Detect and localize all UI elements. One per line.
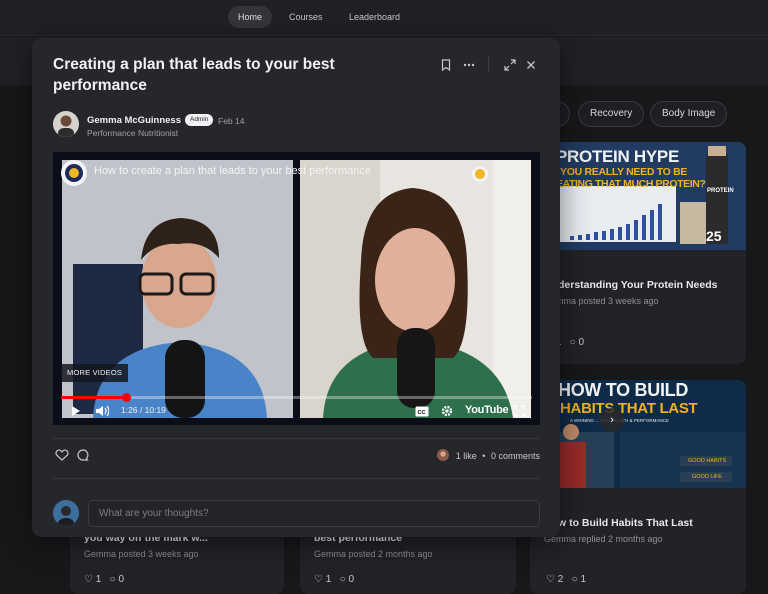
reactions-bottom-divider [53, 478, 540, 479]
bottom-mid-card-meta: Gemma posted 2 months ago [314, 549, 433, 559]
video-time: 1:26 / 10:19 [121, 405, 166, 415]
protein-card-meta: Gemma posted 3 weeks ago [544, 296, 659, 306]
liker-avatar[interactable] [437, 449, 450, 461]
like-heart-icon[interactable] [55, 449, 69, 461]
reaction-separator: • [482, 451, 486, 461]
youtube-logo[interactable]: YouTube [465, 404, 509, 416]
protein-thumb-line3: EATING THAT MUCH PROTEIN? [556, 178, 706, 190]
bottom-mid-comment-count: 0 [348, 574, 355, 585]
chevron-right-icon[interactable]: › [600, 408, 624, 432]
reactions-summary: 1 like • 0 comments [437, 449, 540, 461]
captions-icon[interactable]: CC [415, 406, 429, 417]
protein-comment-count: 0 [578, 337, 585, 348]
video-progress-fill [61, 396, 127, 399]
filter-chip-body-image[interactable]: Body Image [650, 101, 728, 127]
header-divider [488, 56, 489, 72]
habits-card-meta: Gemma replied 2 months ago [544, 534, 663, 544]
comment-icon[interactable]: ○ [570, 337, 576, 348]
habits-thumb-sign1: GOOD HABITS [688, 458, 727, 464]
post-title: Creating a plan that leads to your best … [53, 56, 335, 94]
protein-thumb-number: 25 [706, 228, 722, 244]
reactions-top-divider [53, 438, 540, 439]
svg-text:CC: CC [418, 410, 426, 416]
protein-thumb-line2: YOU REALLY NEED TO BE [560, 166, 688, 178]
more-videos-button[interactable]: MORE VIDEOS [61, 364, 129, 382]
more-options-icon[interactable] [461, 57, 477, 73]
habits-thumb-line2: HABITS THAT LAST [560, 400, 698, 417]
volume-icon[interactable] [95, 405, 109, 417]
protein-card-title[interactable]: Understanding Your Protein Needs [544, 279, 717, 291]
habits-thumb-headline: HOW TO BUILD [558, 380, 689, 400]
fullscreen-icon[interactable] [513, 405, 525, 417]
author-avatar[interactable] [53, 111, 79, 137]
video-title[interactable]: How to create a plan that leads to your … [94, 165, 371, 177]
current-user-avatar[interactable] [53, 500, 79, 526]
comment-icon[interactable]: ○ [110, 574, 116, 585]
post-card-protein[interactable]: PROTEIN HYPE YOU REALLY NEED TO BE EATIN… [530, 142, 746, 364]
tab-leaderboard[interactable]: Leaderboard [339, 6, 410, 28]
play-icon[interactable] [71, 405, 81, 417]
habits-card-title[interactable]: How to Build Habits That Last [544, 517, 693, 529]
video-progress-bar[interactable] [61, 393, 532, 402]
heart-icon[interactable]: ♡ [84, 574, 93, 585]
post-date: Feb 14 [218, 116, 245, 126]
channel-avatar-icon[interactable] [472, 166, 488, 182]
comment-icon[interactable]: ○ [340, 574, 346, 585]
comment-icon[interactable]: ○ [572, 574, 578, 585]
bottom-mid-card-stats: ♡ 1 ○ 0 [314, 574, 354, 585]
comment-input[interactable] [88, 500, 540, 527]
top-navigation: Home Courses Leaderboard [0, 0, 768, 36]
expand-icon[interactable] [502, 57, 518, 73]
protein-thumbnail: PROTEIN HYPE YOU REALLY NEED TO BE EATIN… [530, 142, 746, 250]
habits-comment-count: 1 [580, 574, 587, 585]
habits-card-stats: ♡ 2 ○ 1 [546, 574, 586, 585]
comments-count[interactable]: 0 comments [491, 451, 540, 461]
copy-icon[interactable] [500, 160, 512, 174]
bookmark-icon[interactable] [438, 57, 454, 73]
habits-thumb-sign2: GOOD LIFE [692, 474, 722, 480]
bottom-left-comment-count: 0 [118, 574, 125, 585]
habits-thumbnail: HOW TO BUILD HABITS THAT LAST A WINNING … [530, 380, 746, 488]
likes-count[interactable]: 1 like [456, 451, 477, 461]
copy-link-label[interactable]: Copy link [493, 179, 526, 188]
admin-badge: Admin [185, 114, 214, 126]
filter-chip-recovery[interactable]: Recovery [578, 101, 645, 127]
protein-thumb-headline: PROTEIN HYPE [556, 147, 679, 166]
settings-gear-icon[interactable] [441, 405, 453, 417]
author-role: Performance Nutritionist [87, 128, 179, 138]
video-player[interactable]: How to create a plan that leads to your … [53, 152, 540, 425]
bottom-mid-like-count: 1 [325, 574, 332, 585]
bottom-left-card-stats: ♡ 1 ○ 0 [84, 574, 124, 585]
comment-bubble-icon[interactable] [77, 449, 89, 461]
video-frame-art [53, 152, 540, 425]
heart-icon[interactable]: ♡ [314, 574, 323, 585]
close-icon[interactable] [523, 57, 539, 73]
post-card-habits[interactable]: HOW TO BUILD HABITS THAT LAST A WINNING … [530, 380, 746, 594]
tab-home[interactable]: Home [228, 6, 273, 28]
protein-thumb-label: PROTEIN [707, 188, 734, 194]
author-name[interactable]: Gemma McGuinness [87, 115, 181, 126]
bottom-left-like-count: 1 [95, 574, 102, 585]
bottom-left-card-meta: Gemma posted 3 weeks ago [84, 549, 199, 559]
tab-courses[interactable]: Courses [279, 6, 333, 28]
heart-icon[interactable]: ♡ [546, 574, 555, 585]
channel-logo-icon[interactable] [61, 160, 87, 186]
habits-like-count: 2 [557, 574, 564, 585]
post-modal: Creating a plan that leads to your best … [32, 38, 560, 537]
